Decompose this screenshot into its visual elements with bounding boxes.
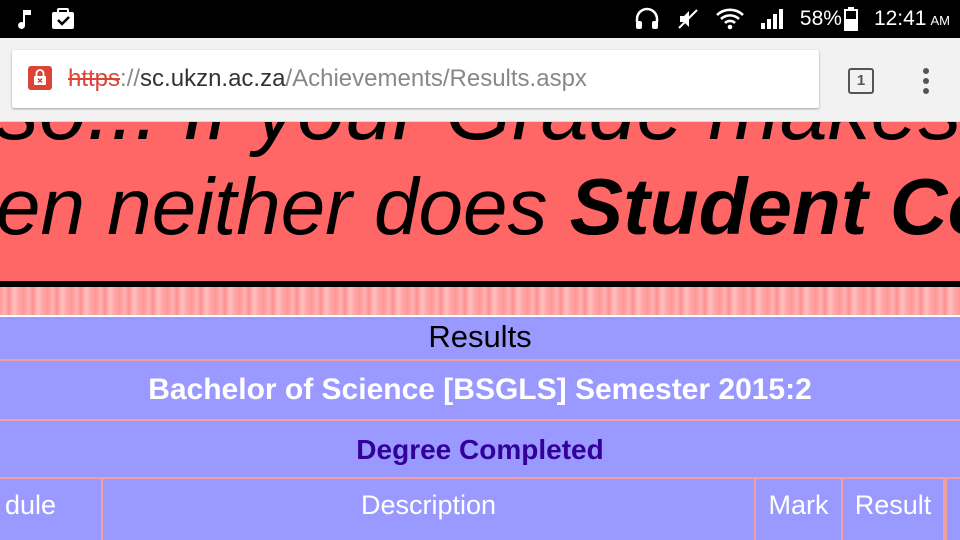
clock-time: 12:41 xyxy=(873,7,927,30)
banner-line-2-bold: Student Co xyxy=(569,162,960,251)
results-title-row: Results xyxy=(0,317,960,361)
column-header-description: Description xyxy=(103,479,756,540)
degree-status: Degree Completed xyxy=(356,434,604,465)
url-text[interactable]: https://sc.ukzn.ac.za/Achievements/Resul… xyxy=(68,64,587,94)
program-row: Bachelor of Science [BSGLS] Semester 201… xyxy=(0,361,960,421)
results-table-header: dule Description Mark Result xyxy=(0,479,960,540)
banner-line-1: so... If your Grade makes xyxy=(0,122,960,160)
tab-switcher-button[interactable]: 1 xyxy=(848,68,874,94)
results-title: Results xyxy=(428,319,532,354)
battery-percent: 58% xyxy=(799,7,842,30)
overflow-menu-icon[interactable] xyxy=(912,64,940,98)
url-path: /Achievements/Results.aspx xyxy=(285,65,587,92)
signal-icon xyxy=(760,7,784,31)
clock: 12:41 AM xyxy=(874,7,950,31)
promo-banner: so... If your Grade makes en neither doe… xyxy=(0,122,960,287)
url-scheme: https xyxy=(68,65,121,92)
url-host: sc.ukzn.ac.za xyxy=(140,65,286,92)
column-header-module: dule xyxy=(0,479,103,540)
column-header-mark: Mark xyxy=(756,479,843,540)
column-header-result: Result xyxy=(843,479,945,540)
banner-line-2: en neither does Student Co xyxy=(0,157,960,257)
browser-toolbar: https://sc.ukzn.ac.za/Achievements/Resul… xyxy=(0,38,960,122)
program-name: Bachelor of Science [BSGLS] Semester 201… xyxy=(148,373,812,406)
wifi-icon xyxy=(716,8,744,30)
banner-line-2-plain: en neither does xyxy=(0,162,570,251)
status-row: Degree Completed xyxy=(0,421,960,479)
column-header-extra xyxy=(945,479,960,540)
headphones-icon xyxy=(634,7,660,31)
battery-icon xyxy=(843,7,858,31)
mute-icon xyxy=(676,7,700,31)
results-panel: Results Bachelor of Science [BSGLS] Seme… xyxy=(0,315,960,540)
url-separator: :// xyxy=(120,65,141,92)
decorative-stripe xyxy=(0,287,960,315)
clock-ampm: AM xyxy=(930,13,951,28)
music-note-icon xyxy=(14,7,38,31)
status-bar: 58% 12:41 AM xyxy=(0,0,960,38)
download-task-icon xyxy=(50,7,76,31)
insecure-lock-icon[interactable] xyxy=(28,66,52,90)
address-bar[interactable]: https://sc.ukzn.ac.za/Achievements/Resul… xyxy=(12,50,819,108)
